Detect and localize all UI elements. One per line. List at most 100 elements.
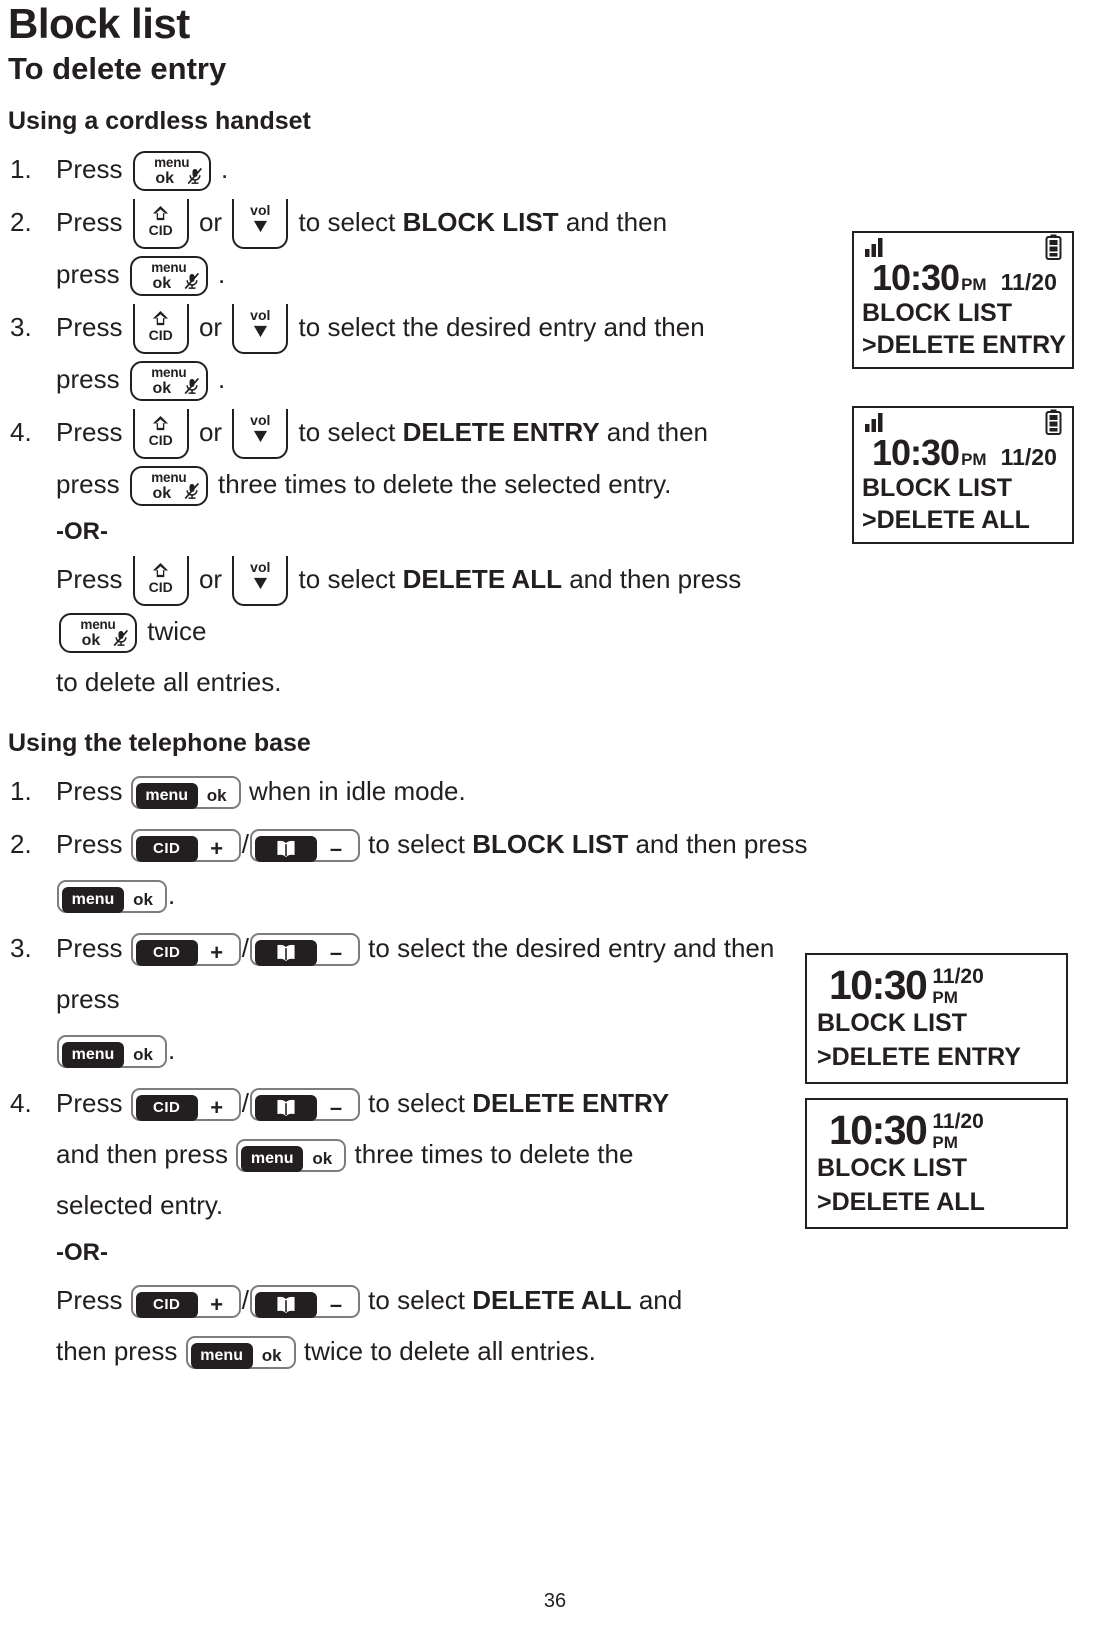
step-text: or	[198, 416, 223, 447]
menu-option-name: BLOCK LIST	[472, 828, 629, 859]
step-text: and then press	[569, 564, 742, 595]
base-cid-up-key[interactable]: CID +	[130, 1088, 241, 1122]
handset-vol-key[interactable]: vol	[232, 198, 289, 249]
handset-cid-key[interactable]: CID	[132, 409, 189, 460]
step-text: when in idle mode.	[248, 775, 466, 806]
base-directory-key-side: –	[329, 1094, 343, 1120]
handset-vol-key[interactable]: vol	[232, 556, 289, 607]
step-text: to select the desired entry and then	[298, 311, 705, 342]
mute-mic-icon	[184, 483, 199, 500]
step-item: 1. Press menu ok .	[8, 144, 798, 195]
display-line-2: >DELETE ENTRY	[862, 331, 1066, 359]
display-date: 11/20	[1000, 269, 1057, 295]
step-text: Press	[56, 828, 123, 859]
down-arrow-icon	[253, 430, 267, 443]
step-text: press	[56, 363, 120, 394]
up-arrow-icon	[153, 563, 169, 578]
base-directory-down-key[interactable]: –	[249, 933, 360, 967]
handset-cid-key[interactable]: CID	[132, 198, 189, 249]
step-line: then press menu ok twice to delete all en…	[56, 1326, 808, 1377]
step-line: press menu ok .	[56, 249, 798, 300]
step-line: Press CID + / – to select BLOCK LIST and …	[56, 819, 808, 921]
section-heading-telephone-base: Using the telephone base	[8, 729, 311, 758]
step-item: 4. Press CID or vol to select DELETE ENT…	[8, 407, 798, 708]
display-line-2: >DELETE ENTRY	[817, 1043, 1021, 1071]
display-time: 10:30	[829, 1107, 928, 1153]
step-text: to select	[298, 416, 396, 447]
base-menu-ok-key[interactable]: menu ok	[57, 880, 167, 914]
step-text: to select	[368, 1284, 465, 1315]
step-text: Press	[56, 932, 123, 963]
step-text: press	[56, 469, 120, 500]
handset-menu-ok-key[interactable]: menu ok	[129, 361, 208, 402]
base-directory-down-key[interactable]: –	[249, 1285, 360, 1319]
step-text: Press	[56, 775, 123, 806]
step-text: and then press	[56, 1138, 229, 1169]
base-menu-ok-key[interactable]: menu ok	[185, 1336, 296, 1370]
up-arrow-icon	[153, 205, 169, 220]
handset-menu-ok-key[interactable]: menu ok	[129, 466, 208, 507]
base-cid-key-badge: CID	[135, 835, 198, 862]
menu-option-name: DELETE ALL	[402, 564, 562, 595]
base-cid-up-key[interactable]: CID +	[130, 1285, 241, 1319]
base-menu-ok-key[interactable]: menu ok	[130, 776, 241, 810]
base-menu-ok-key[interactable]: menu ok	[57, 1035, 167, 1069]
step-text: Press	[56, 1087, 123, 1118]
handset-menu-ok-key[interactable]: menu ok	[129, 255, 208, 296]
cordless-handset-steps: 1. Press menu ok . 2. Press CID or vol t…	[8, 144, 798, 709]
base-menu-ok-key[interactable]: menu ok	[236, 1139, 347, 1173]
handset-vol-key[interactable]: vol	[232, 303, 289, 354]
directory-book-icon	[277, 944, 295, 962]
step-line: Press CID or vol to select DELETE ALL an…	[56, 554, 798, 657]
base-cid-key-side: +	[210, 1291, 224, 1317]
handset-menu-ok-key[interactable]: menu ok	[59, 613, 137, 654]
display-date: 11/20	[932, 965, 984, 988]
step-item: 3. Press CID + / – to select the desired …	[8, 923, 808, 1076]
step-number: 2.	[10, 206, 32, 237]
handset-cid-key-label: CID	[148, 579, 173, 596]
step-text: and	[638, 1284, 683, 1315]
base-cid-up-key[interactable]: CID +	[130, 829, 241, 863]
step-text: to select	[298, 206, 396, 237]
base-cid-up-key[interactable]: CID +	[130, 933, 241, 967]
step-number: 1.	[10, 153, 32, 184]
battery-icon	[1045, 234, 1062, 260]
base-menu-ok-key-badge: menu	[190, 1342, 253, 1369]
step-line: press menu ok three times to delete the …	[56, 459, 798, 510]
step-item: 4. Press CID + / – to select DELETE ENTRY…	[8, 1078, 808, 1377]
step-text: .	[168, 879, 176, 910]
directory-book-icon	[277, 840, 295, 858]
handset-vol-key-label: vol	[250, 412, 271, 429]
display-time-row: 10:30 PM 11/20	[854, 259, 1072, 297]
display-date: 11/20	[932, 1110, 984, 1133]
base-menu-ok-key-side: ok	[206, 785, 227, 805]
handset-menu-ok-key[interactable]: menu ok	[132, 150, 211, 191]
display-ampm: PM	[932, 988, 958, 1007]
display-ampm: PM	[932, 1133, 958, 1152]
handset-cid-key-label: CID	[148, 221, 173, 238]
signal-bars-icon	[865, 238, 883, 257]
step-item: 2. Press CID or vol to select BLOCK LIST…	[8, 197, 798, 300]
base-directory-down-key[interactable]: –	[249, 829, 360, 863]
handset-vol-key[interactable]: vol	[232, 409, 289, 460]
key-separator: /	[241, 1087, 249, 1118]
step-text: then press	[56, 1335, 178, 1366]
base-cid-key-side: +	[210, 1094, 224, 1120]
base-directory-key-side: –	[329, 939, 343, 965]
menu-option-name: DELETE ENTRY	[472, 1087, 670, 1118]
step-line: press menu ok .	[56, 354, 798, 405]
step-text: .	[218, 363, 226, 394]
handset-cid-key-label: CID	[148, 326, 173, 343]
step-text: and then	[606, 416, 708, 447]
mute-mic-icon	[187, 167, 202, 184]
step-line: Press menu ok .	[56, 144, 798, 195]
step-line: Press CID or vol to select DELETE ENTRY …	[56, 407, 798, 460]
step-text: to select	[368, 1087, 465, 1118]
step-text: and then	[565, 206, 668, 237]
step-item: 2. Press CID + / – to select BLOCK LIST a…	[8, 819, 808, 921]
handset-cid-key[interactable]: CID	[132, 556, 189, 607]
handset-vol-key-label: vol	[250, 201, 271, 218]
base-directory-down-key[interactable]: –	[249, 1088, 360, 1122]
step-text: three times to delete the	[354, 1138, 634, 1169]
handset-cid-key[interactable]: CID	[132, 303, 189, 354]
